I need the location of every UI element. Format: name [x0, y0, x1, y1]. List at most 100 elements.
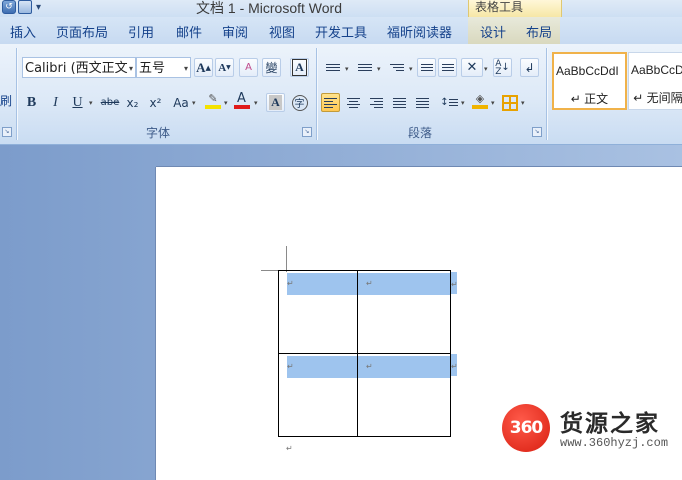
- font-color-button[interactable]: A: [232, 91, 251, 110]
- table-cell[interactable]: ↵: [357, 270, 451, 354]
- decrease-indent-icon[interactable]: [417, 58, 436, 77]
- chevron-down-icon[interactable]: ▾: [377, 65, 381, 73]
- chevron-down-icon[interactable]: ▾: [491, 99, 495, 107]
- line-spacing-icon[interactable]: ↕: [437, 93, 461, 112]
- tab-foxit-reader[interactable]: 福昕阅读器: [387, 22, 452, 41]
- distributed-button[interactable]: [413, 93, 432, 112]
- italic-button[interactable]: I: [46, 93, 65, 112]
- paragraph-mark: ↵: [287, 279, 294, 288]
- align-left-button[interactable]: [321, 93, 340, 112]
- character-shading-button[interactable]: A: [266, 93, 285, 112]
- highlighter-icon: ✎: [208, 92, 218, 105]
- underline-button[interactable]: U: [68, 93, 87, 112]
- quick-access-more-button[interactable]: ▾: [36, 2, 41, 13]
- borders-icon[interactable]: [500, 93, 519, 112]
- multilevel-list-icon[interactable]: [385, 58, 409, 77]
- tab-mailings[interactable]: 邮件: [176, 22, 202, 41]
- tab-insert[interactable]: 插入: [10, 22, 36, 41]
- tab-review[interactable]: 审阅: [222, 22, 248, 41]
- site-watermark: 360 货源之家 www.360hyzj.com: [500, 402, 682, 454]
- table-cell[interactable]: ↵: [278, 353, 358, 437]
- tab-layout[interactable]: 布局: [526, 22, 552, 41]
- group-separator: [546, 48, 547, 140]
- row-end-mark: ↵: [451, 362, 458, 371]
- show-marks-icon[interactable]: ↲: [520, 58, 539, 77]
- format-painter-label[interactable]: 刷: [0, 92, 12, 109]
- chinese-layout-icon[interactable]: ✕: [461, 58, 483, 77]
- change-case-button[interactable]: Aa: [169, 93, 193, 112]
- tab-references[interactable]: 引用: [128, 22, 154, 41]
- style-normal[interactable]: AaBbCcDdI ↵ 正文: [552, 52, 627, 110]
- chevron-down-icon[interactable]: ▾: [409, 65, 413, 73]
- shrink-font-button[interactable]: A ▼: [215, 58, 234, 77]
- font-size-value: 五号: [139, 61, 166, 76]
- chevron-down-icon[interactable]: ▾: [224, 99, 228, 107]
- paragraph-dialog-launcher[interactable]: ↘: [532, 127, 542, 137]
- watermark-url: www.360hyzj.com: [560, 436, 669, 450]
- phonetic-guide-button[interactable]: 變: [262, 58, 281, 77]
- bold-button[interactable]: B: [22, 93, 41, 112]
- chevron-down-icon[interactable]: ▾: [89, 99, 93, 107]
- clipboard-dialog-launcher[interactable]: ↘: [2, 127, 12, 137]
- tab-design[interactable]: 设计: [480, 22, 506, 41]
- row-end-mark: ↵: [451, 280, 458, 289]
- chevron-down-icon[interactable]: ▾: [484, 65, 488, 73]
- paragraph-shading-button[interactable]: ◈: [470, 91, 490, 110]
- clear-format-icon[interactable]: A: [239, 58, 258, 77]
- strikethrough-button[interactable]: abe: [99, 93, 121, 112]
- font-size-combo[interactable]: 五号 ▾: [136, 57, 191, 78]
- save-icon[interactable]: [18, 0, 32, 14]
- tab-developer[interactable]: 开发工具: [315, 22, 367, 41]
- increase-indent-icon[interactable]: [438, 58, 457, 77]
- paragraph-mark: ↵: [366, 279, 373, 288]
- table-cell[interactable]: ↵: [357, 353, 451, 437]
- font-name-value: Calibri (西文正文: [25, 61, 128, 76]
- highlight-button[interactable]: ✎: [203, 91, 223, 110]
- chevron-down-icon[interactable]: ▾: [192, 99, 196, 107]
- window-title: 文档 1 - Microsoft Word: [196, 0, 342, 16]
- justify-button[interactable]: [390, 93, 409, 112]
- table-cell[interactable]: ↵: [278, 270, 358, 354]
- chevron-down-icon: ▾: [128, 64, 133, 73]
- cell-selection: [287, 356, 357, 378]
- chevron-down-icon[interactable]: ▾: [461, 99, 465, 107]
- numbering-icon[interactable]: [353, 58, 377, 77]
- enclose-characters-button[interactable]: 字: [290, 93, 309, 112]
- chevron-down-icon[interactable]: ▾: [521, 99, 525, 107]
- chevron-down-icon[interactable]: ▾: [345, 65, 349, 73]
- tab-view[interactable]: 视图: [269, 22, 295, 41]
- style-sample: AaBbCcD: [631, 63, 682, 77]
- ribbon: 刷 ↘ Calibri (西文正文 ▾ 五号 ▾ A ▲ A ▼ A 變 A B I…: [0, 44, 682, 145]
- table-row: ↵ ↵: [278, 270, 451, 354]
- margin-corner-mark: [286, 246, 287, 272]
- bullets-icon[interactable]: [321, 58, 345, 77]
- grow-font-button[interactable]: A ▲: [194, 58, 213, 77]
- sort-icon[interactable]: A Z ↓: [493, 58, 512, 77]
- highlight-color-swatch: [205, 105, 221, 109]
- group-separator: [316, 48, 317, 140]
- watermark-logo: 360: [502, 404, 550, 452]
- subscript-button[interactable]: x₂: [123, 93, 142, 112]
- align-right-button[interactable]: [367, 93, 386, 112]
- cell-selection: [287, 273, 357, 295]
- group-separator: [16, 48, 17, 140]
- chevron-down-icon: ▾: [183, 64, 188, 73]
- style-no-spacing[interactable]: AaBbCcD ↵ 无间隔: [628, 52, 682, 110]
- shading-color-swatch: [472, 105, 488, 109]
- font-group-label: 字体: [146, 126, 171, 140]
- paragraph-group-label: 段落: [408, 126, 433, 140]
- character-border-button[interactable]: A: [290, 58, 309, 77]
- paragraph-mark: ↵: [286, 444, 293, 453]
- tab-page-layout[interactable]: 页面布局: [56, 22, 108, 41]
- paint-bucket-icon: ◈: [475, 92, 485, 105]
- font-name-combo[interactable]: Calibri (西文正文 ▾: [22, 57, 136, 78]
- chevron-down-icon[interactable]: ▾: [254, 99, 258, 107]
- align-center-button[interactable]: [344, 93, 363, 112]
- paragraph-mark: ↵: [287, 362, 294, 371]
- document-table[interactable]: ↵ ↵ ↵ ↵: [278, 270, 451, 437]
- font-color-swatch: [233, 105, 250, 109]
- superscript-button[interactable]: x²: [146, 93, 165, 112]
- undo-icon[interactable]: ↺: [2, 0, 16, 14]
- quick-access-toolbar: ↺ ▾: [0, 0, 41, 14]
- font-dialog-launcher[interactable]: ↘: [302, 127, 312, 137]
